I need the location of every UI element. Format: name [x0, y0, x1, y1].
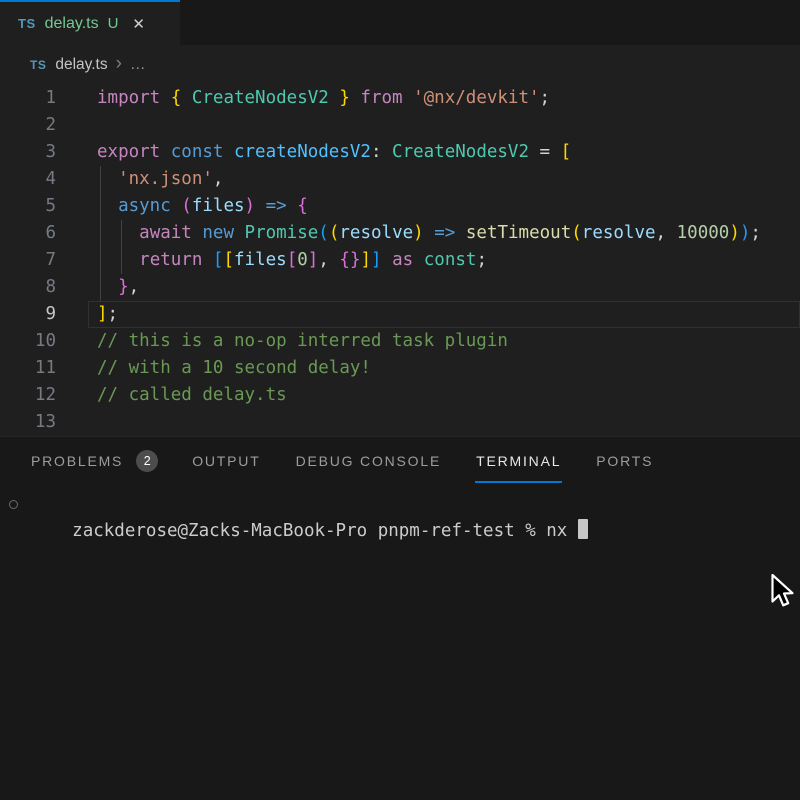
code-line[interactable]: 2	[0, 112, 800, 139]
terminal-prompt: zackderose@Zacks-MacBook-Pro pnpm-ref-te…	[72, 521, 567, 541]
line-number: 13	[0, 409, 56, 436]
line-number: 4	[0, 166, 56, 193]
line-number: 6	[0, 220, 56, 247]
line-number: 8	[0, 274, 56, 301]
code-line[interactable]: 10// this is a no-op interred task plugi…	[0, 328, 800, 355]
code-text: // called delay.ts	[56, 382, 287, 409]
line-number: 9	[0, 301, 56, 328]
typescript-file-icon: TS	[30, 58, 46, 72]
panel-tab-debug-console[interactable]: DEBUG CONSOLE	[295, 437, 443, 484]
code-text: await new Promise((resolve) => setTimeou…	[56, 220, 761, 247]
code-line[interactable]: 12// called delay.ts	[0, 382, 800, 409]
code-text: export const createNodesV2: CreateNodesV…	[56, 139, 571, 166]
indent-guide	[100, 166, 101, 301]
code-line[interactable]: 1import { CreateNodesV2 } from '@nx/devk…	[0, 85, 800, 112]
indent-guide	[121, 220, 122, 274]
typescript-file-icon: TS	[18, 16, 36, 31]
code-text: // with a 10 second delay!	[56, 355, 371, 382]
panel-tab-output[interactable]: OUTPUT	[191, 437, 261, 484]
code-text	[56, 409, 97, 436]
line-number: 12	[0, 382, 56, 409]
code-text: async (files) => {	[56, 193, 308, 220]
code-text: },	[56, 274, 139, 301]
line-number: 3	[0, 139, 56, 166]
terminal-block-cursor	[578, 519, 589, 539]
code-text: 'nx.json',	[56, 166, 223, 193]
problems-count-badge: 2	[136, 450, 158, 472]
code-editor[interactable]: 1import { CreateNodesV2 } from '@nx/devk…	[0, 85, 800, 436]
code-text	[56, 112, 97, 139]
panel-tab-problems[interactable]: PROBLEMS 2	[30, 437, 158, 484]
line-number: 11	[0, 355, 56, 382]
chevron-right-icon: ›	[116, 53, 122, 75]
command-decoration-circle-icon	[9, 500, 18, 509]
code-line[interactable]: 6 await new Promise((resolve) => setTime…	[0, 220, 800, 247]
code-line[interactable]: 3export const createNodesV2: CreateNodes…	[0, 139, 800, 166]
editor-tab-delay-ts[interactable]: TS delay.ts U ✕	[0, 0, 180, 45]
panel-tabs: PROBLEMS 2 OUTPUT DEBUG CONSOLE TERMINAL PORT…	[0, 437, 800, 484]
code-line[interactable]: 11// with a 10 second delay!	[0, 355, 800, 382]
line-number: 1	[0, 85, 56, 112]
line-number: 10	[0, 328, 56, 355]
panel-tab-label: PROBLEMS	[30, 439, 124, 483]
code-text: // this is a no-op interred task plugin	[56, 328, 508, 355]
panel-tab-terminal[interactable]: TERMINAL	[475, 437, 562, 484]
panel-tab-ports[interactable]: PORTS	[595, 437, 654, 484]
code-line[interactable]: 5 async (files) => {	[0, 193, 800, 220]
terminal[interactable]: zackderose@Zacks-MacBook-Pro pnpm-ref-te…	[0, 491, 800, 518]
code-line[interactable]: 13	[0, 409, 800, 436]
close-icon[interactable]: ✕	[132, 15, 145, 33]
breadcrumb-symbol-ellipsis[interactable]: …	[130, 56, 147, 74]
panel-tab-label: OUTPUT	[191, 439, 261, 483]
line-number: 2	[0, 112, 56, 139]
code-lines: 1import { CreateNodesV2 } from '@nx/devk…	[0, 85, 800, 436]
code-line[interactable]: 7 return [[files[0], {}]] as const;	[0, 247, 800, 274]
line-number: 7	[0, 247, 56, 274]
code-line[interactable]: 8 },	[0, 274, 800, 301]
git-status-untracked-badge: U	[108, 15, 119, 32]
tab-bar: TS delay.ts U ✕	[0, 0, 800, 45]
code-line[interactable]: 9];	[0, 301, 800, 328]
panel-tab-label: TERMINAL	[475, 439, 562, 483]
breadcrumb-file[interactable]: delay.ts	[55, 56, 107, 74]
code-text: import { CreateNodesV2 } from '@nx/devki…	[56, 85, 550, 112]
panel-tab-label: DEBUG CONSOLE	[295, 439, 443, 483]
panel-tab-label: PORTS	[595, 439, 654, 483]
code-text: ];	[56, 301, 118, 328]
line-number: 5	[0, 193, 56, 220]
code-line[interactable]: 4 'nx.json',	[0, 166, 800, 193]
bottom-panel: PROBLEMS 2 OUTPUT DEBUG CONSOLE TERMINAL PORT…	[0, 436, 800, 800]
tab-filename: delay.ts	[45, 15, 99, 33]
breadcrumb: TS delay.ts › …	[0, 45, 800, 85]
